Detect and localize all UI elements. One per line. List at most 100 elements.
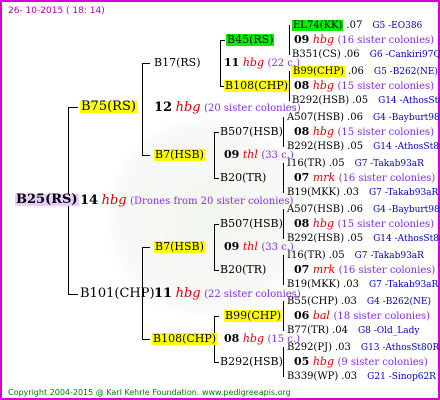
b108a-generation: 08 hbg (15 sister colonies) [294,79,435,93]
queen-b7-a[interactable]: B7(HSB) [154,149,205,161]
queen-b99[interactable]: B99(CHP) [224,310,283,322]
leaf-queen[interactable]: B19(MKK) [287,187,340,198]
leaf-queen[interactable]: EL74(KK) [292,20,344,31]
connector [214,224,215,270]
leaf-queen[interactable]: B292(HSB) [287,233,344,244]
leaf-coefficient: .03 [343,187,359,198]
leaf-coefficient: .04 [332,325,348,336]
leaf-coefficient: .05 [328,158,345,169]
leaf-row: B19(MKK) .03 G7 -Takab93aR [287,187,438,199]
leaf-queen[interactable]: A507(HSB) [287,204,344,215]
leaf-queen[interactable]: B19(MKK) [287,279,340,290]
b7a-generation: 09 thl (33 c.) [224,148,294,162]
b507a-generation: 08 hbg (15 sister colonies) [294,125,435,139]
connector [283,301,284,331]
queen-b20-a[interactable]: B20(TR) [220,172,266,184]
connector [214,316,219,317]
root-colony[interactable]: B25(RS) [15,193,79,206]
queen-b20-b[interactable]: B20(TR) [220,264,266,276]
leaf-queen[interactable]: B339(WP) [287,371,338,382]
leaf-queen[interactable]: B99(CHP) [292,66,345,77]
gen-number: 14 [80,193,99,208]
connector [142,247,150,248]
queen-b45[interactable]: B45(RS) [226,34,275,46]
leaf-queen[interactable]: I16(TR) [287,158,326,169]
queen-b75[interactable]: B75(RS) [80,100,137,113]
leaf-row: B77(TR) .04 G8 -Old_Lady [287,325,420,337]
leaf-row: B292(HSB).05 G14 -AthosSt80R [287,141,440,153]
connector [214,270,219,271]
b99-generation: 06 bal (18 sister colonies) [294,309,431,323]
leaf-row: B339(WP) .03 G21 -Sinop62R [287,371,436,383]
leaf-queen[interactable]: A507(HSB) [287,112,344,123]
connector [283,255,284,285]
leaf-row: I16(TR) .05 G7 -Takab93aR [287,250,424,262]
connector [289,71,290,101]
root-generation: 14 hbg (Drones from 20 sister colonies) [80,193,294,208]
leaf-queen[interactable]: B55(CHP) [287,296,338,307]
leaf-location: G14 -AthosSt80R [373,142,440,152]
leaf-coefficient: .05 [347,141,364,152]
leaf-location: G13 -AthosSt80R [360,343,440,353]
leaf-location: G4 -B262(NE) [366,297,431,307]
leaf-coefficient: .07 [346,20,363,31]
leaf-row: B351(CS) .06 G6 -Cankiri97Q [292,49,440,61]
connector [142,155,150,156]
queen-b108-b[interactable]: B108(CHP) [152,333,218,345]
leaf-queen[interactable]: B351(CS) [292,49,341,60]
leaf-queen[interactable]: B77(TR) [287,325,329,336]
leaf-coefficient: .06 [347,204,363,215]
connector [214,224,219,225]
leaf-location: G4 -Bayburt98-3 [372,113,440,123]
connector [214,132,215,178]
footer-copyright: Copyright 2004-2015 @ Karl Kehrle Founda… [8,388,291,397]
leaf-row: B292(HSB).05 G14 -AthosSt80R [292,95,440,107]
b101-generation: 11 hbg (22 sister colonies) [154,286,301,301]
leaf-row: A507(HSB).06 G4 -Bayburt98-3 [287,204,440,216]
leaf-location: G7 -Takab93aR [368,280,439,290]
queen-b17[interactable]: B17(RS) [154,57,200,69]
queen-b101[interactable]: B101(CHP) [80,287,155,300]
connector [214,362,219,363]
leaf-queen[interactable]: I16(TR) [287,250,326,261]
leaf-location: G14 -AthosSt80R [378,96,440,106]
connector [283,117,284,147]
queen-b292-c[interactable]: B292(HSB) [220,356,283,368]
leaf-coefficient: .03 [343,279,359,290]
connector [214,132,219,133]
queen-b7-b[interactable]: B7(HSB) [154,241,205,253]
leaf-queen[interactable]: B292(HSB) [292,95,349,106]
leaf-location: G7 -Takab93aR [368,188,439,198]
leaf-coefficient: .06 [347,66,364,77]
leaf-row: B55(CHP) .03 G4 -B262(NE) [287,296,431,308]
gen-desc: (Drones from 20 sister colonies) [130,196,294,207]
gen-unit: hbg [101,193,127,208]
leaf-row: B99(CHP) .06 G5 -B262(NE) [292,66,438,78]
leaf-coefficient: .03 [334,342,351,353]
connector [283,347,284,377]
connector [220,40,225,41]
queen-b507-b[interactable]: B507(HSB) [220,218,283,230]
leaf-row: B292(PJ) .03 G13 -AthosSt80R [287,342,439,354]
b7b-generation: 09 thl (33 c.) [224,240,294,254]
leaf-coefficient: .03 [340,296,357,307]
connector [142,63,143,155]
connector [289,25,290,55]
connector [214,178,219,179]
leaf-location: G5 -B262(NE) [373,67,438,77]
leaf-location: G7 -Takab93aR [354,159,424,169]
connector [283,209,284,239]
connector [220,40,221,86]
b75-generation: 12 hbg (20 sister colonies) [154,100,301,115]
leaf-queen[interactable]: B292(PJ) [287,342,332,353]
queen-b108-a[interactable]: B108(CHP) [224,80,290,92]
leaf-queen[interactable]: B292(HSB) [287,141,344,152]
connector [142,339,150,340]
b45-generation: 09 hbg (16 sister colonies) [294,33,435,47]
leaf-row: EL74(KK) .07 G5 -EO386 [292,20,422,32]
connector [142,63,150,64]
connector [68,294,78,295]
leaf-location: G4 -Bayburt98-3 [372,205,440,215]
leaf-coefficient: .05 [347,233,364,244]
queen-b507-a[interactable]: B507(HSB) [220,126,283,138]
